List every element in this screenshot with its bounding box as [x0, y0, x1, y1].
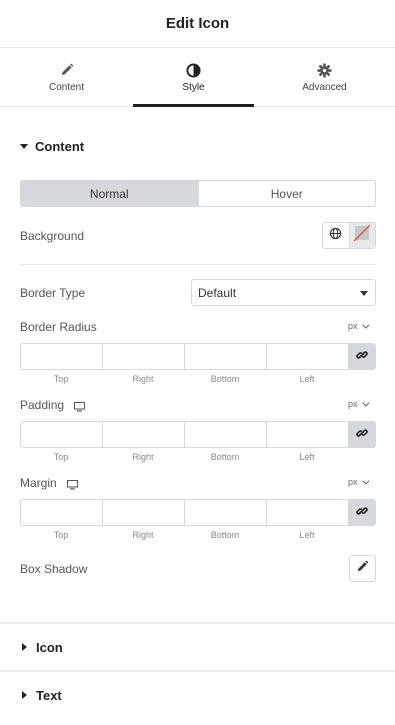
- chevron-down-icon: [361, 477, 369, 485]
- padding-label-row: Padding: [20, 398, 86, 412]
- side-label-left: Left: [299, 530, 315, 540]
- margin-side-labels: Top Right Bottom Left: [20, 530, 348, 540]
- tab-style[interactable]: Style: [133, 48, 254, 107]
- chevron-down-icon: [361, 321, 369, 329]
- margin-right-input[interactable]: [102, 499, 184, 526]
- margin-unit-select[interactable]: px: [348, 477, 369, 487]
- border-radius-inputs: [20, 343, 376, 370]
- dropdown-arrow-icon: [360, 291, 368, 296]
- state-normal-button[interactable]: Normal: [21, 181, 198, 206]
- side-label-left: Left: [299, 452, 315, 462]
- side-label-top: Top: [53, 452, 69, 462]
- border-radius-top-input[interactable]: [20, 343, 102, 370]
- tab-advanced-label: Advanced: [302, 82, 347, 93]
- padding-link-button[interactable]: [348, 421, 376, 448]
- text-section-title: Text: [36, 687, 62, 703]
- padding-right-input[interactable]: [102, 421, 184, 448]
- margin-left-input[interactable]: [266, 499, 348, 526]
- side-label-right: Right: [132, 374, 154, 384]
- side-label-top: Top: [53, 530, 69, 540]
- padding-unit: px: [348, 399, 358, 409]
- link-icon: [356, 426, 368, 444]
- pencil-icon: [356, 560, 369, 578]
- section-divider: [20, 264, 376, 265]
- box-shadow-edit-button[interactable]: [349, 555, 376, 582]
- border-radius-left-input[interactable]: [266, 343, 348, 370]
- section-separator: [0, 670, 395, 672]
- side-label-left: Left: [299, 374, 315, 384]
- background-color-swatch[interactable]: [348, 223, 375, 248]
- margin-inputs: [20, 499, 376, 526]
- margin-link-button[interactable]: [348, 499, 376, 526]
- border-type-value: Default: [198, 285, 237, 300]
- border-radius-link-button[interactable]: [348, 343, 376, 370]
- padding-top-input[interactable]: [20, 421, 102, 448]
- border-radius-right-input[interactable]: [102, 343, 184, 370]
- state-hover-button[interactable]: Hover: [197, 181, 376, 206]
- caret-right-icon: [22, 643, 27, 651]
- margin-unit: px: [348, 477, 358, 487]
- padding-unit-select[interactable]: px: [348, 399, 369, 409]
- padding-bottom-input[interactable]: [184, 421, 266, 448]
- link-icon: [356, 504, 368, 522]
- desktop-icon[interactable]: [74, 401, 86, 411]
- link-icon: [356, 348, 368, 366]
- side-label-bottom: Bottom: [210, 452, 240, 462]
- background-label: Background: [20, 229, 85, 243]
- margin-bottom-input[interactable]: [184, 499, 266, 526]
- side-label-top: Top: [53, 374, 69, 384]
- border-radius-bottom-input[interactable]: [184, 343, 266, 370]
- icon-section-toggle[interactable]: Icon: [20, 637, 63, 657]
- pencil-icon: [59, 62, 75, 78]
- margin-label: Margin: [20, 476, 57, 490]
- content-section-title: Content: [35, 138, 85, 154]
- padding-inputs: [20, 421, 376, 448]
- border-radius-unit-select[interactable]: px: [348, 321, 369, 331]
- side-label-right: Right: [132, 530, 154, 540]
- gear-icon: [317, 62, 333, 78]
- caret-down-icon: [20, 143, 28, 149]
- padding-label: Padding: [20, 398, 65, 412]
- chevron-down-icon: [361, 399, 369, 407]
- panel-title: Edit Icon: [165, 15, 230, 32]
- side-label-right: Right: [132, 452, 154, 462]
- box-shadow-label: Box Shadow: [20, 562, 88, 576]
- tab-bar: Content Style Advanced: [0, 48, 395, 107]
- padding-left-input[interactable]: [266, 421, 348, 448]
- background-control: [322, 222, 376, 249]
- content-section-toggle[interactable]: Content: [20, 136, 84, 156]
- margin-top-input[interactable]: [20, 499, 102, 526]
- side-label-bottom: Bottom: [210, 530, 240, 540]
- section-separator: [0, 622, 395, 624]
- border-radius-label: Border Radius: [20, 320, 97, 334]
- padding-side-labels: Top Right Bottom Left: [20, 452, 348, 462]
- state-toggle: Normal Hover: [20, 180, 376, 207]
- icon-section-title: Icon: [36, 639, 63, 655]
- border-radius-side-labels: Top Right Bottom Left: [20, 374, 348, 384]
- margin-label-row: Margin: [20, 476, 78, 490]
- global-colors-button[interactable]: [323, 223, 349, 248]
- tab-advanced[interactable]: Advanced: [264, 48, 385, 107]
- no-color-icon: [352, 223, 372, 248]
- border-type-select[interactable]: Default: [191, 279, 376, 306]
- border-radius-unit: px: [348, 321, 358, 331]
- tab-content-label: Content: [48, 82, 85, 93]
- tab-content[interactable]: Content: [6, 48, 127, 107]
- border-type-label: Border Type: [20, 286, 86, 300]
- panel-header: Edit Icon: [0, 0, 395, 48]
- globe-icon: [329, 227, 342, 245]
- tab-style-label: Style: [182, 82, 205, 93]
- text-section-toggle[interactable]: Text: [20, 685, 62, 705]
- contrast-icon: [186, 62, 202, 78]
- desktop-icon[interactable]: [66, 479, 78, 489]
- side-label-bottom: Bottom: [210, 374, 240, 384]
- caret-right-icon: [22, 691, 27, 699]
